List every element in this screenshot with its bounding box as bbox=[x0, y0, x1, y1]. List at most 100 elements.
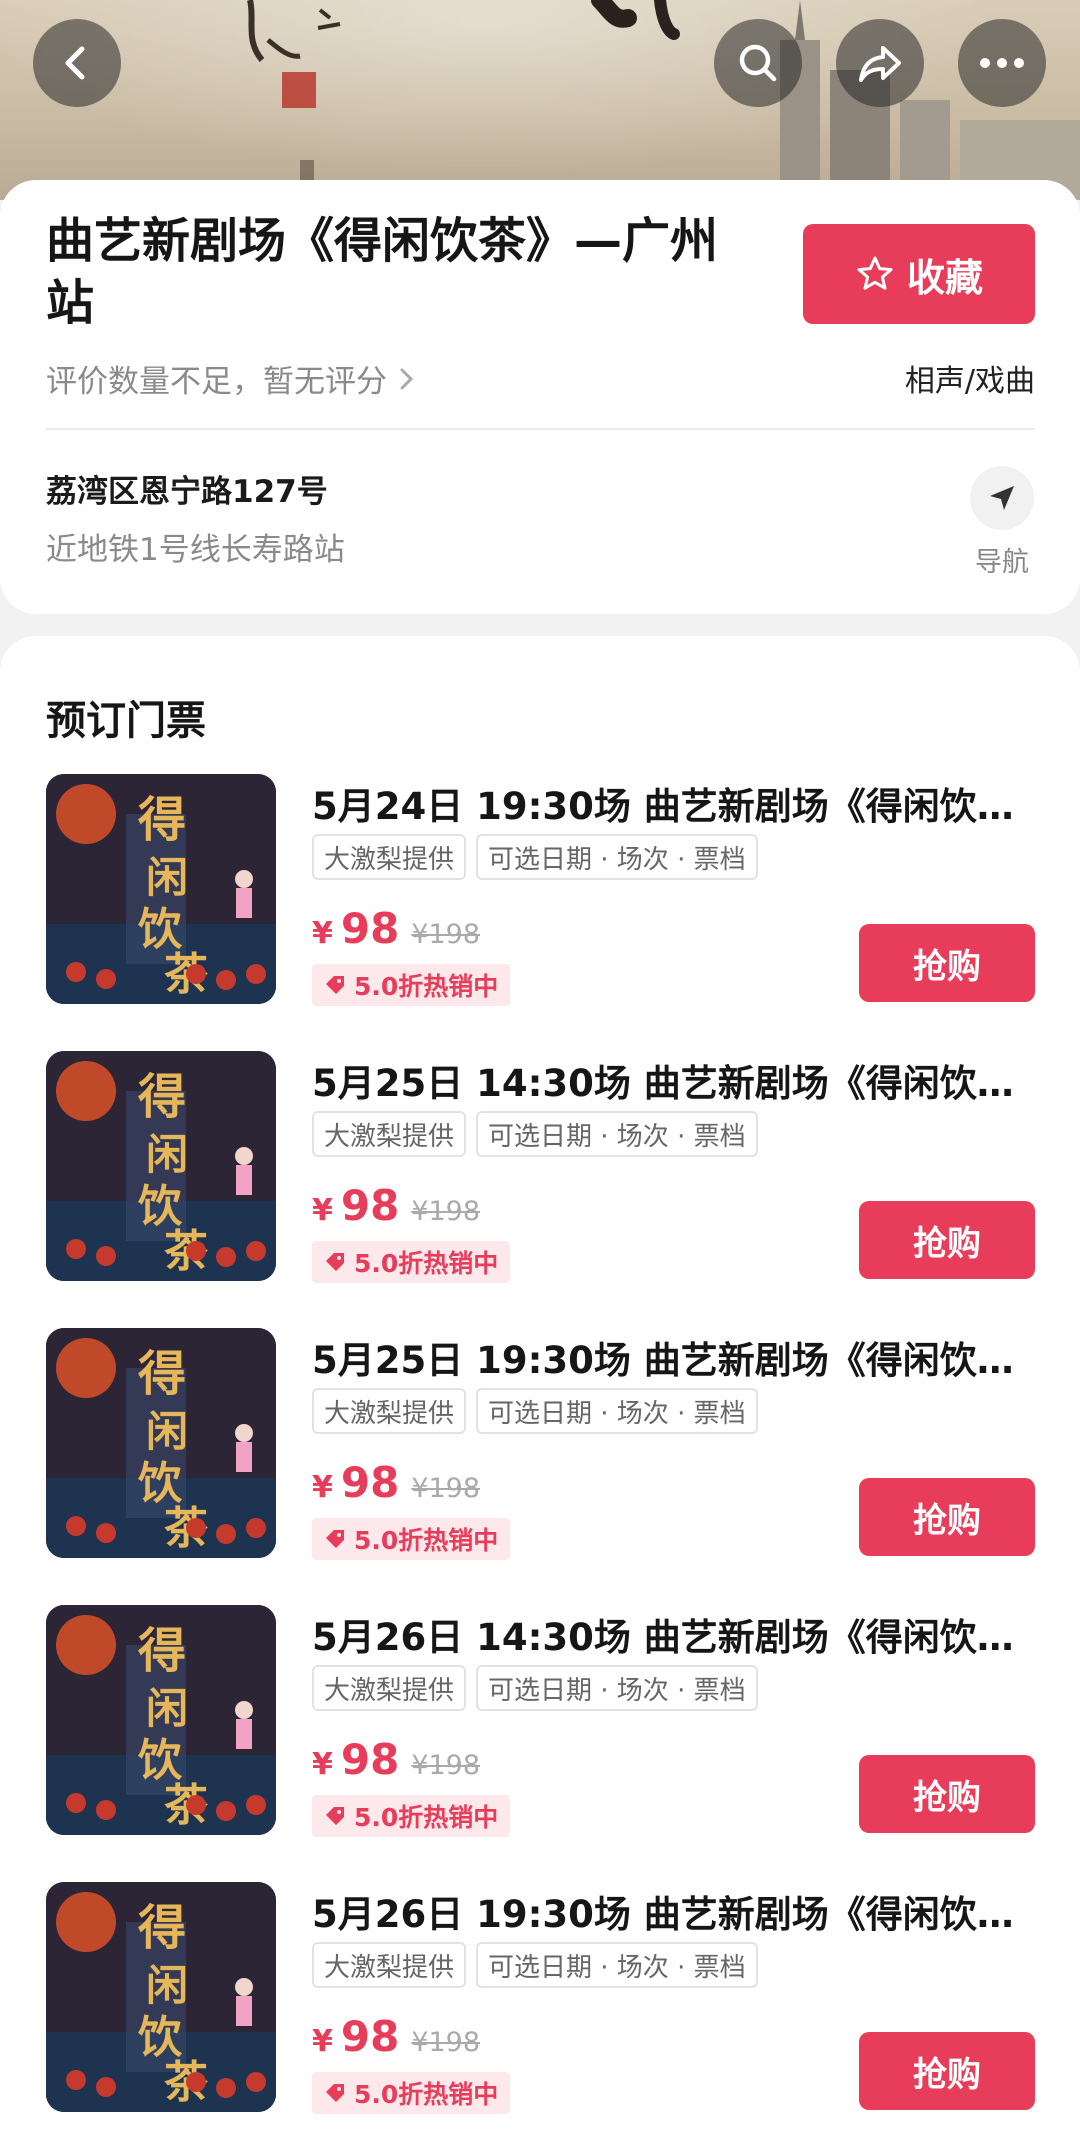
ticket-title: 5月26日 14:30场 曲艺新剧场《得闲饮茶》—广州站 bbox=[312, 1616, 1034, 1659]
ticket-tags: 大激梨提供 可选日期 · 场次 · 票档 bbox=[312, 1388, 758, 1434]
buy-button[interactable]: 抢购 bbox=[859, 1478, 1035, 1556]
ticket-tags: 大激梨提供 可选日期 · 场次 · 票档 bbox=[312, 834, 758, 880]
options-tag: 可选日期 · 场次 · 票档 bbox=[476, 834, 758, 880]
share-arrow-icon bbox=[859, 46, 901, 82]
discount-text: 5.0折热销中 bbox=[354, 972, 499, 1001]
event-poster-image: 得 闲 饮 茶 bbox=[46, 774, 276, 1004]
ticket-tags: 大激梨提供 可选日期 · 场次 · 票档 bbox=[312, 1942, 758, 1988]
ticket-item[interactable]: 得 闲 饮 茶 5月25日 19:30场 曲艺新剧场《得闲饮茶》—广州站 大激梨… bbox=[0, 1328, 1080, 1568]
ticket-title: 5月25日 19:30场 曲艺新剧场《得闲饮茶》—广州站 bbox=[312, 1339, 1034, 1382]
original-price: ¥198 bbox=[411, 1750, 481, 1781]
divider bbox=[46, 428, 1035, 430]
price-tag-icon bbox=[326, 1253, 344, 1271]
buy-button[interactable]: 抢购 bbox=[859, 1755, 1035, 1833]
event-poster-image: 得 闲 饮 茶 bbox=[46, 1051, 276, 1281]
svg-text:饮: 饮 bbox=[138, 1181, 183, 1232]
svg-text:饮: 饮 bbox=[138, 904, 183, 955]
svg-text:得: 得 bbox=[138, 1069, 186, 1125]
price-row: ¥ 98 ¥198 bbox=[312, 1181, 480, 1230]
search-button[interactable] bbox=[714, 19, 802, 107]
metro-text: 近地铁1号线长寿路站 bbox=[46, 532, 345, 568]
svg-text:闲: 闲 bbox=[146, 1961, 188, 2010]
original-price: ¥198 bbox=[411, 919, 481, 950]
provider-tag: 大激梨提供 bbox=[312, 1665, 467, 1711]
price-row: ¥ 98 ¥198 bbox=[312, 2012, 480, 2061]
original-price: ¥198 bbox=[411, 1196, 481, 1227]
search-icon bbox=[739, 44, 777, 82]
collect-button[interactable]: 收藏 bbox=[803, 224, 1035, 324]
back-button[interactable] bbox=[33, 19, 121, 107]
ticket-title: 5月25日 14:30场 曲艺新剧场《得闲饮茶》—广州站 bbox=[312, 1062, 1034, 1105]
more-button[interactable] bbox=[958, 19, 1046, 107]
options-tag: 可选日期 · 场次 · 票档 bbox=[476, 1388, 758, 1434]
rating-link[interactable]: 评价数量不足，暂无评分 bbox=[46, 356, 415, 401]
svg-text:得: 得 bbox=[138, 792, 186, 848]
currency-symbol: ¥ bbox=[312, 1470, 333, 1505]
ticket-item[interactable]: 得 闲 饮 茶 5月24日 19:30场 曲艺新剧场《得闲饮茶》—广州站 大激梨… bbox=[0, 774, 1080, 1014]
price-row: ¥ 98 ¥198 bbox=[312, 904, 480, 953]
tickets-section: 预订门票 得 闲 饮 茶 5月24日 19:30场 曲艺新剧场《得闲饮茶》—广州… bbox=[0, 636, 1080, 2148]
discount-badge: 5.0折热销中 bbox=[312, 2072, 511, 2114]
svg-text:饮: 饮 bbox=[138, 1735, 183, 1786]
ticket-item[interactable]: 得 闲 饮 茶 5月26日 19:30场 曲艺新剧场《得闲饮茶》—广州站 大激梨… bbox=[0, 1882, 1080, 2122]
svg-text:饮: 饮 bbox=[138, 2012, 183, 2063]
ticket-item[interactable]: 得 闲 饮 茶 5月25日 14:30场 曲艺新剧场《得闲饮茶》—广州站 大激梨… bbox=[0, 1051, 1080, 1291]
more-dots-icon bbox=[980, 58, 1024, 68]
event-title: 曲艺新剧场《得闲饮茶》—广州站 bbox=[46, 213, 719, 331]
event-poster-image: 得 闲 饮 茶 bbox=[46, 1605, 276, 1835]
discount-text: 5.0折热销中 bbox=[354, 1803, 499, 1832]
chevron-right-icon bbox=[400, 368, 414, 389]
chevron-left-icon bbox=[65, 46, 85, 80]
share-button[interactable] bbox=[836, 19, 924, 107]
navigate-label: 导航 bbox=[975, 547, 1029, 578]
venue-info-card: 曲艺新剧场《得闲饮茶》—广州站 收藏 评价数量不足，暂无评分 相声/戏曲 荔湾区… bbox=[0, 180, 1080, 614]
provider-tag: 大激梨提供 bbox=[312, 1111, 467, 1157]
category-label: 相声/戏曲 bbox=[904, 364, 1035, 399]
svg-text:闲: 闲 bbox=[146, 853, 188, 902]
event-poster-image: 得 闲 饮 茶 bbox=[46, 1882, 276, 2112]
original-price: ¥198 bbox=[411, 1473, 481, 1504]
sale-price: 98 bbox=[340, 2012, 400, 2061]
sale-price: 98 bbox=[340, 1458, 400, 1507]
price-tag-icon bbox=[326, 976, 344, 994]
hero-artwork bbox=[247, 0, 1080, 200]
address-text: 荔湾区恩宁路127号 bbox=[46, 474, 328, 510]
svg-text:闲: 闲 bbox=[146, 1130, 188, 1179]
discount-badge: 5.0折热销中 bbox=[312, 964, 511, 1006]
buy-button[interactable]: 抢购 bbox=[859, 924, 1035, 1002]
navigation-icon-wrap bbox=[970, 466, 1034, 530]
currency-symbol: ¥ bbox=[312, 1747, 333, 1782]
navigation-arrow-icon bbox=[990, 486, 1014, 510]
price-row: ¥ 98 ¥198 bbox=[312, 1458, 480, 1507]
svg-text:闲: 闲 bbox=[146, 1684, 188, 1733]
provider-tag: 大激梨提供 bbox=[312, 1388, 467, 1434]
currency-symbol: ¥ bbox=[312, 2024, 333, 2059]
ticket-title: 5月24日 19:30场 曲艺新剧场《得闲饮茶》—广州站 bbox=[312, 785, 1034, 828]
svg-text:得: 得 bbox=[138, 1900, 186, 1956]
ticket-tags: 大激梨提供 可选日期 · 场次 · 票档 bbox=[312, 1665, 758, 1711]
price-tag-icon bbox=[326, 1807, 344, 1825]
collect-label: 收藏 bbox=[906, 255, 983, 300]
price-tag-icon bbox=[326, 1530, 344, 1548]
discount-badge: 5.0折热销中 bbox=[312, 1518, 511, 1560]
rating-text: 评价数量不足，暂无评分 bbox=[46, 364, 387, 400]
star-outline-icon bbox=[857, 256, 893, 290]
hero-banner bbox=[0, 0, 1080, 200]
discount-text: 5.0折热销中 bbox=[354, 1249, 499, 1278]
price-row: ¥ 98 ¥198 bbox=[312, 1735, 480, 1784]
ticket-item[interactable]: 得 闲 饮 茶 5月26日 14:30场 曲艺新剧场《得闲饮茶》—广州站 大激梨… bbox=[0, 1605, 1080, 1845]
provider-tag: 大激梨提供 bbox=[312, 1942, 467, 1988]
provider-tag: 大激梨提供 bbox=[312, 834, 467, 880]
price-tag-icon bbox=[326, 2084, 344, 2102]
currency-symbol: ¥ bbox=[312, 916, 333, 951]
sale-price: 98 bbox=[340, 904, 400, 953]
discount-badge: 5.0折热销中 bbox=[312, 1241, 511, 1283]
svg-text:饮: 饮 bbox=[138, 1458, 183, 1509]
buy-button[interactable]: 抢购 bbox=[859, 1201, 1035, 1279]
sale-price: 98 bbox=[340, 1735, 400, 1784]
buy-button[interactable]: 抢购 bbox=[859, 2032, 1035, 2110]
svg-text:闲: 闲 bbox=[146, 1407, 188, 1456]
svg-text:得: 得 bbox=[138, 1346, 186, 1402]
ticket-title: 5月26日 19:30场 曲艺新剧场《得闲饮茶》—广州站 bbox=[312, 1893, 1034, 1936]
navigate-button[interactable]: 导航 bbox=[970, 466, 1034, 579]
